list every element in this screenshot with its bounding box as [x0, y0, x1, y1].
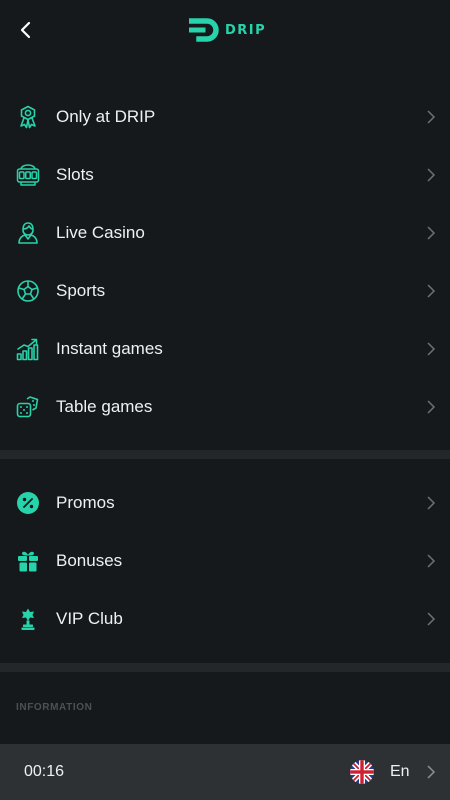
slot-machine-icon: [16, 164, 40, 186]
chevron-right-icon: [427, 765, 436, 779]
primary-menu: Only at DRIP Slots Live Casino Sports In…: [0, 88, 450, 436]
chevron-right-icon: [427, 612, 436, 626]
section-divider: [0, 450, 450, 459]
menu-item-label: Only at DRIP: [56, 107, 156, 126]
language-selector[interactable]: En: [330, 744, 450, 800]
footer-bar: 00:16 En: [0, 744, 450, 800]
menu-item-vip-club[interactable]: VIP Club: [0, 590, 450, 648]
brand-name: DRIP: [225, 22, 267, 38]
header: DRIP: [0, 0, 450, 60]
chevron-right-icon: [427, 110, 436, 124]
menu-item-label: Sports: [56, 281, 106, 300]
menu-item-label: Live Casino: [56, 223, 145, 242]
menu-item-label: VIP Club: [56, 609, 123, 628]
soccer-ball-icon: [17, 280, 39, 302]
drip-logo-mark-icon: [189, 18, 219, 42]
language-label: En: [390, 763, 410, 780]
menu-item-label: Bonuses: [56, 551, 123, 570]
chevron-right-icon: [427, 342, 436, 356]
information-heading: INFORMATION: [16, 702, 93, 713]
trophy-icon: [21, 608, 35, 630]
percent-badge-icon: [17, 492, 39, 514]
section-divider: [0, 663, 450, 672]
chevron-right-icon: [427, 554, 436, 568]
menu-item-slots[interactable]: Slots: [0, 146, 450, 204]
menu-item-sports[interactable]: Sports: [0, 262, 450, 320]
back-chevron-icon[interactable]: [14, 18, 38, 42]
chevron-right-icon: [427, 168, 436, 182]
menu-item-label: Instant games: [56, 339, 163, 358]
chevron-right-icon: [427, 496, 436, 510]
chevron-right-icon: [427, 226, 436, 240]
award-icon: [20, 105, 36, 129]
dice-icon: [16, 396, 39, 418]
gift-icon: [18, 551, 38, 572]
chevron-right-icon: [427, 284, 436, 298]
chevron-right-icon: [427, 400, 436, 414]
bar-chart-growth-icon: [16, 338, 39, 361]
menu-item-promos[interactable]: Promos: [0, 474, 450, 532]
menu-item-instant-games[interactable]: Instant games: [0, 320, 450, 378]
secondary-menu: Promos Bonuses VIP Club: [0, 474, 450, 648]
menu-item-live-casino[interactable]: Live Casino: [0, 204, 450, 262]
menu-item-only-at-drip[interactable]: Only at DRIP: [0, 88, 450, 146]
drip-logo[interactable]: DRIP: [189, 17, 266, 43]
clock-time: 00:16: [24, 763, 65, 780]
menu-item-label: Promos: [56, 493, 115, 512]
menu-item-table-games[interactable]: Table games: [0, 378, 450, 436]
menu-item-bonuses[interactable]: Bonuses: [0, 532, 450, 590]
dealer-icon: [18, 222, 38, 244]
menu-item-label: Slots: [56, 165, 94, 184]
uk-flag-icon: [350, 760, 374, 784]
menu-item-label: Table games: [56, 397, 153, 416]
